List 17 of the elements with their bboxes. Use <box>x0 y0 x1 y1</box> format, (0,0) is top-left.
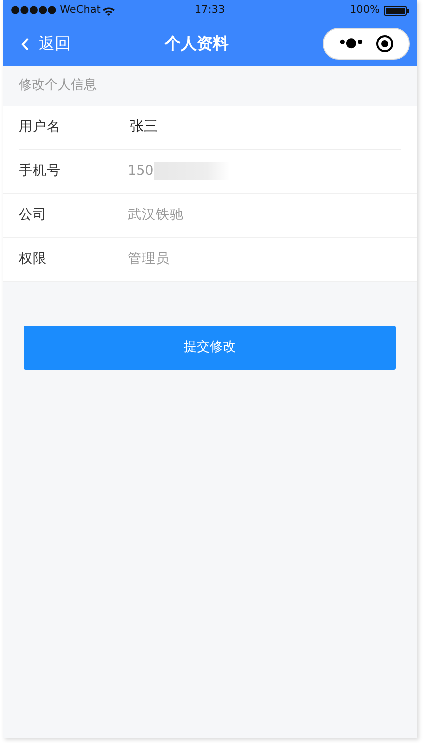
section-header: 修改个人信息 <box>18 77 98 95</box>
status-time: 17:33 <box>194 3 226 18</box>
field-value: 管理员 <box>128 250 170 269</box>
field-label: 公司 <box>19 206 48 225</box>
more-button[interactable]: •●• <box>338 34 364 54</box>
field-label: 手机号 <box>19 162 62 181</box>
battery-icon <box>384 6 410 16</box>
input-field[interactable]: 张三 <box>130 117 205 138</box>
battery-percent: 100% <box>350 3 380 18</box>
field-label: 用户名 <box>19 118 62 138</box>
page-title: 个人资料 <box>164 33 230 55</box>
close-target-icon[interactable] <box>376 35 394 53</box>
wifi-icon <box>102 6 115 16</box>
field-value: 武汉铁驰 <box>128 206 184 225</box>
carrier-label: ●●●●● WeChat <box>11 3 101 18</box>
field-value: 150 <box>128 162 154 181</box>
field-label: 权限 <box>19 250 48 269</box>
